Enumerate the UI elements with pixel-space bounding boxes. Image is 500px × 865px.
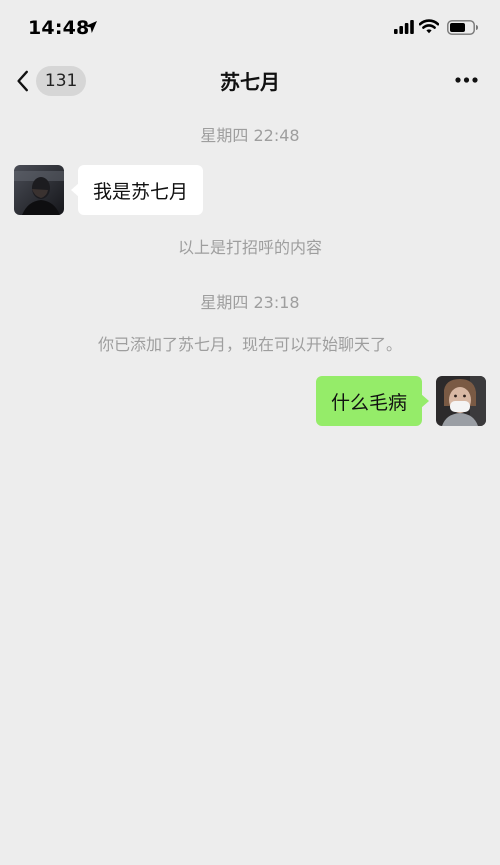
chat-title: 苏七月 [220,70,280,94]
my-avatar-image [436,376,486,426]
status-time: 14:48 [28,17,90,39]
system-notice: 以上是打招呼的内容 [177,238,322,257]
status-bar: 14:48 [0,0,500,58]
chat-nav-bar: 131 苏七月 [0,58,500,102]
wifi-icon [419,19,439,34]
incoming-message-bubble[interactable]: 我是苏七月 [70,165,204,215]
my-avatar[interactable] [436,376,486,426]
contact-avatar-image [14,165,64,215]
chevron-left-icon [17,70,28,92]
more-dots-icon[interactable] [448,66,488,94]
back-button[interactable]: 131 [14,64,86,98]
signal-icon [394,20,414,34]
battery-icon [447,20,478,35]
time-divider: 星期四 22:48 [200,126,300,145]
time-divider: 星期四 23:18 [200,293,300,312]
contact-avatar[interactable] [14,165,64,215]
outgoing-message-bubble[interactable]: 什么毛病 [315,376,430,426]
system-notice: 你已添加了苏七月，现在可以开始聊天了。 [97,335,402,354]
unread-count-badge: 131 [36,66,86,96]
location-arrow-icon [85,21,97,33]
